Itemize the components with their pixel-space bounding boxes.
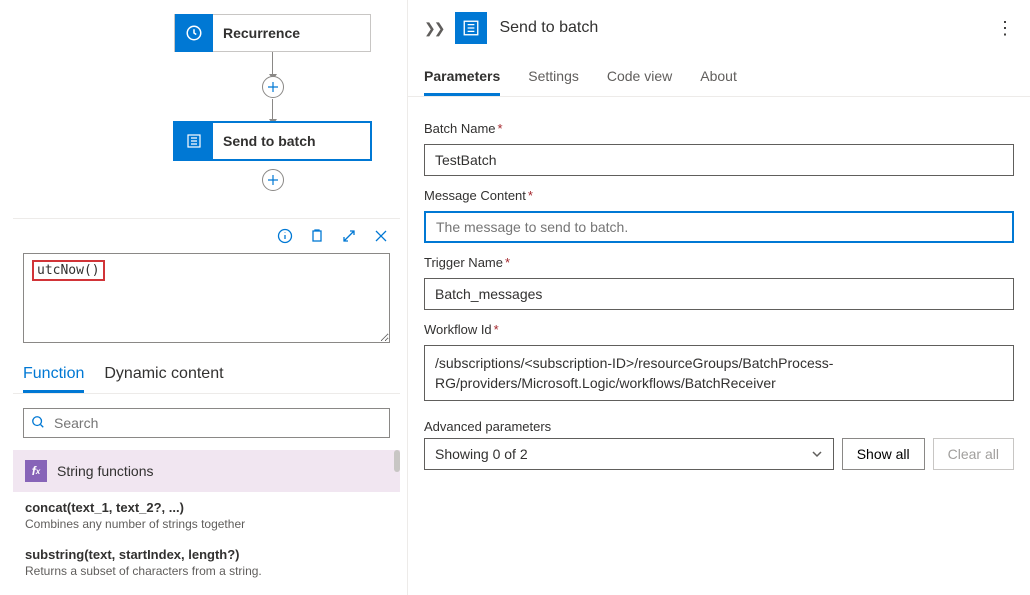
show-all-button[interactable]: Show all — [842, 438, 925, 470]
function-substring[interactable]: substring(text, startIndex, length?) Ret… — [13, 539, 400, 586]
clipboard-icon[interactable] — [308, 227, 326, 245]
tab-parameters[interactable]: Parameters — [424, 56, 500, 96]
node-recurrence[interactable]: Recurrence — [174, 14, 371, 52]
expression-text: utcNow() — [32, 260, 105, 281]
expand-icon[interactable] — [340, 227, 358, 245]
collapse-icon[interactable]: ❯❯ — [424, 20, 443, 37]
input-trigger-name[interactable] — [424, 278, 1014, 310]
input-message-content[interactable] — [424, 211, 1014, 243]
select-value: Showing 0 of 2 — [435, 446, 528, 462]
info-icon[interactable] — [276, 227, 294, 245]
tab-function[interactable]: Function — [23, 357, 84, 393]
popover-toolbar — [13, 219, 400, 253]
category-title: String functions — [57, 463, 154, 479]
batch-icon — [455, 12, 487, 44]
function-description: Returns a subset of characters from a st… — [25, 564, 388, 578]
search-input[interactable] — [23, 408, 390, 438]
expression-popover: utcNow() Function Dynamic content fx Str… — [13, 218, 400, 595]
expression-input[interactable]: utcNow() — [23, 253, 390, 343]
label-workflow-id: Workflow Id* — [424, 322, 1014, 337]
input-batch-name[interactable] — [424, 144, 1014, 176]
more-icon[interactable]: ⋮ — [996, 18, 1014, 39]
select-advanced-parameters[interactable]: Showing 0 of 2 — [424, 438, 834, 470]
tab-about[interactable]: About — [700, 56, 737, 96]
node-label: Recurrence — [223, 25, 300, 41]
tab-code-view[interactable]: Code view — [607, 56, 672, 96]
add-step-button[interactable] — [262, 76, 284, 98]
function-signature: concat(text_1, text_2?, ...) — [25, 500, 388, 515]
search-icon — [31, 415, 45, 429]
function-concat[interactable]: concat(text_1, text_2?, ...) Combines an… — [13, 492, 400, 539]
label-advanced-parameters: Advanced parameters — [424, 419, 834, 434]
panel-tabs: Parameters Settings Code view About — [408, 56, 1030, 97]
node-label: Send to batch — [223, 133, 316, 149]
fx-icon: fx — [25, 460, 47, 482]
workflow-canvas[interactable]: Recurrence Send to batch — [0, 0, 407, 210]
label-trigger-name: Trigger Name* — [424, 255, 1014, 270]
clock-icon — [175, 14, 213, 52]
scroll-thumb[interactable] — [394, 450, 400, 472]
category-string-functions[interactable]: fx String functions — [13, 450, 400, 492]
panel-title: Send to batch — [499, 19, 984, 37]
tab-settings[interactable]: Settings — [528, 56, 579, 96]
tab-dynamic-content[interactable]: Dynamic content — [104, 357, 223, 393]
label-batch-name: Batch Name* — [424, 121, 1014, 136]
input-workflow-id[interactable]: /subscriptions/<subscription-ID>/resourc… — [424, 345, 1014, 401]
chevron-down-icon — [811, 448, 823, 460]
clear-all-button: Clear all — [933, 438, 1014, 470]
connector-line — [272, 52, 273, 75]
close-icon[interactable] — [372, 227, 390, 245]
add-step-button[interactable] — [262, 169, 284, 191]
popover-tabs: Function Dynamic content — [13, 357, 400, 394]
label-message-content: Message Content* — [424, 188, 1014, 203]
connector-line — [272, 99, 273, 120]
function-description: Combines any number of strings together — [25, 517, 388, 531]
batch-icon — [175, 122, 213, 160]
node-send-to-batch[interactable]: Send to batch — [174, 122, 371, 160]
function-signature: substring(text, startIndex, length?) — [25, 547, 388, 562]
parameters-panel: ❯❯ Send to batch ⋮ Parameters Settings C… — [407, 0, 1030, 595]
